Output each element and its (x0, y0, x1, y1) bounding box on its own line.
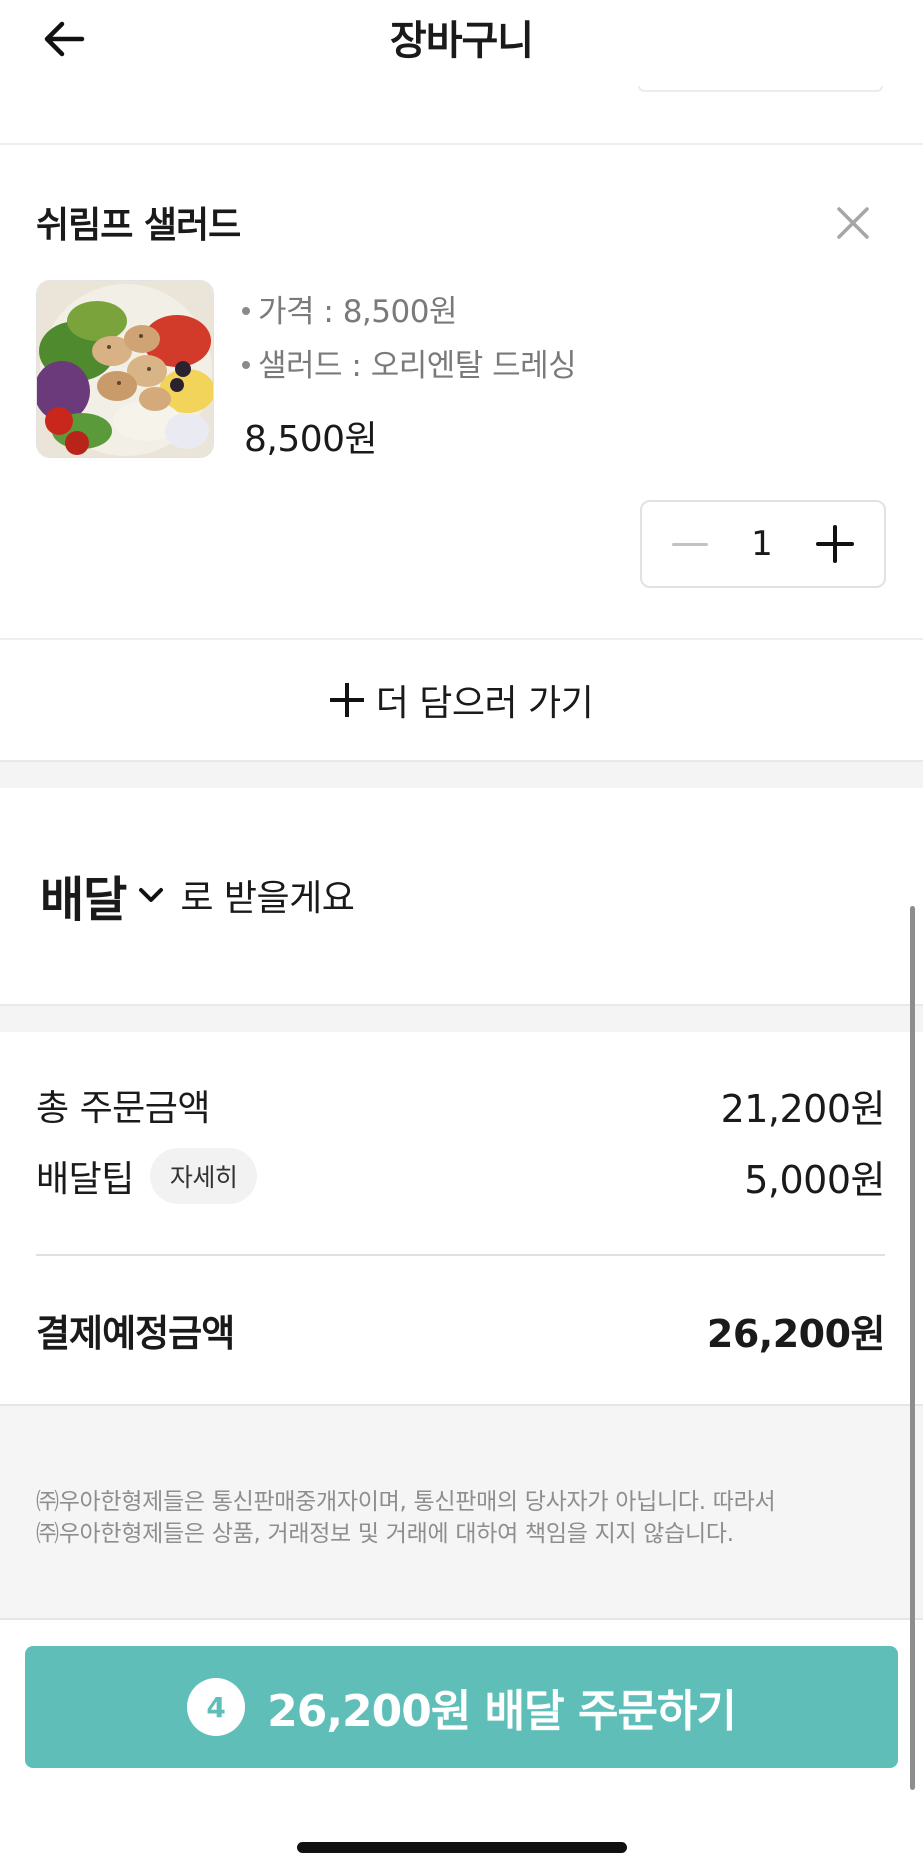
quantity-stepper: 1 (640, 500, 886, 588)
home-indicator (297, 1842, 627, 1853)
place-order-label: 26,200원 배달 주문하기 (267, 1686, 737, 1737)
divider (36, 1254, 885, 1256)
delivery-tip-row: 배달팁 자세히 5,000원 (36, 1148, 885, 1204)
legal-notice-line-1: ㈜우아한형제들은 통신판매중개자이며, 통신판매의 당사자가 아닙니다. 따라서 (36, 1489, 776, 1515)
delivery-mode-suffix: 로 받을게요 (180, 878, 355, 919)
decrease-quantity-button[interactable] (672, 526, 708, 562)
plus-icon (329, 683, 364, 717)
cart-item-name: 쉬림프 샐러드 (36, 205, 241, 246)
cart-count-badge: 4 (187, 1678, 246, 1736)
divider (0, 143, 923, 145)
payment-amount-label: 결제예정금액 (36, 1312, 235, 1355)
payment-amount-value: 26,200원 (706, 1311, 886, 1356)
option-line: 샐러드 : 오리엔탈 드레싱 (242, 340, 577, 385)
bullet (242, 360, 250, 369)
close-icon (837, 207, 869, 239)
bullet (242, 306, 250, 315)
delivery-tip-label: 배달팁 (36, 1159, 134, 1200)
increase-quantity-button[interactable] (816, 525, 854, 563)
page-title: 장바구니 (389, 18, 534, 64)
section-separator (0, 760, 923, 788)
quantity-value: 1 (751, 524, 773, 564)
delivery-tip-label-group: 배달팁 자세히 (36, 1148, 258, 1204)
option-dressing-text: 샐러드 : 오리엔탈 드레싱 (258, 348, 577, 384)
scrollbar[interactable] (910, 906, 915, 1790)
delivery-mode-label: 배달 (40, 872, 127, 928)
header: 장바구니 (0, 0, 923, 120)
add-more-label: 더 담으러 가기 (375, 683, 594, 724)
option-price-text: 가격 : 8,500원 (258, 294, 457, 330)
legal-notice: ㈜우아한형제들은 통신판매중개자이며, 통신판매의 당사자가 아닙니다. 따라서… (0, 1404, 923, 1620)
delivery-tip-value: 5,000원 (744, 1157, 885, 1202)
cart-screen: 장바구니 쉬림프 샐러드 가격: 8,500원 샐러드: 오리엔탈 드레싱 … (0, 0, 923, 1874)
cart-item-price: 8,500원 (244, 419, 378, 460)
place-order-button[interactable]: 4 26,200원 배달 주문하기 (25, 1646, 898, 1768)
cart-item-image (36, 280, 214, 458)
delivery-mode-selector[interactable]: 배달 로 받을게요 (40, 860, 355, 930)
section-separator (0, 1004, 923, 1032)
legal-notice-line-2: ㈜우아한형제들은 상품, 거래정보 및 거래에 대하여 책임을 지지 않습니다. (36, 1521, 734, 1547)
option-line: 가격 : 8,500원 (242, 286, 457, 331)
add-more-button[interactable]: 더 담으러 가기 (0, 640, 923, 760)
payment-amount-row: 결제예정금액 26,200원 (36, 1302, 886, 1358)
chevron-down-icon (139, 888, 164, 902)
partial-previous-stepper (638, 86, 883, 92)
shrimp-salad-photo (37, 281, 213, 457)
total-order-value: 21,200원 (720, 1086, 886, 1131)
total-order-row: 총 주문금액 21,200원 (36, 1080, 886, 1131)
remove-item-button[interactable] (833, 203, 873, 243)
total-order-label: 총 주문금액 (36, 1088, 211, 1129)
delivery-tip-detail-button[interactable]: 자세히 (149, 1148, 258, 1204)
